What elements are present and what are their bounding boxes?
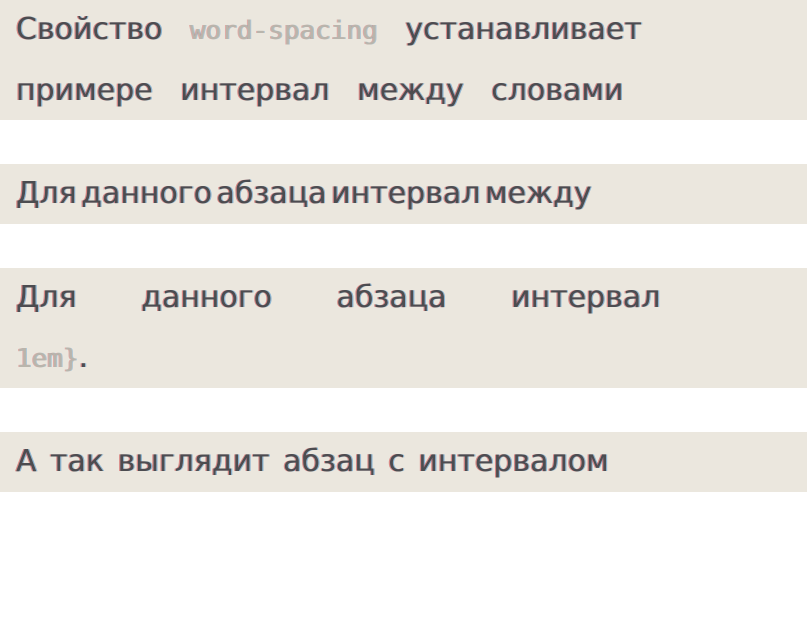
gap-2	[0, 224, 807, 268]
paragraph-wide: Для данного абзаца интервал 1em}.	[0, 268, 807, 388]
last-text: А так выглядит абзац с интервалом	[16, 444, 609, 479]
paragraph-last: А так выглядит абзац с интервалом	[0, 432, 807, 492]
intro-text-before-code: Свойство	[16, 12, 190, 47]
gap-3	[0, 388, 807, 432]
code-word-spacing: word-spacing	[190, 16, 378, 46]
paragraph-tight: Для данного абзаца интервал между	[0, 164, 807, 224]
intro-line-2: примере интервал между словами	[16, 61, 791, 120]
wide-line-1: Для данного абзаца интервал	[16, 280, 660, 315]
intro-text-after-code: устанавливает	[378, 12, 642, 47]
paragraph-intro: Свойство word-spacing устанавливает прим…	[0, 0, 807, 120]
tight-text: Для данного абзаца интервал между	[16, 176, 592, 211]
gap-1	[0, 120, 807, 164]
code-1em: 1em}	[16, 344, 79, 374]
code-1em-after: .	[79, 340, 89, 375]
